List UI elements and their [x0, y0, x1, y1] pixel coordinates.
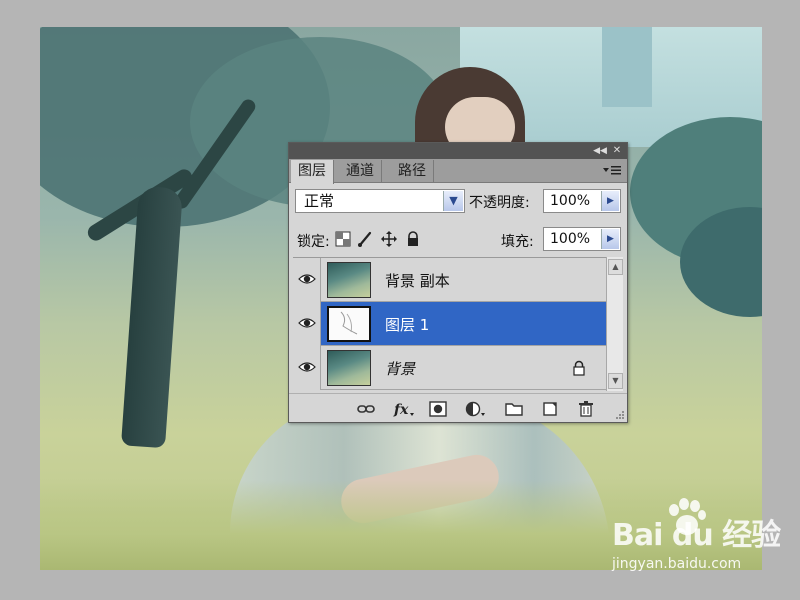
svg-text:fx: fx — [393, 402, 409, 417]
panel-title-bar[interactable]: ◀◀ ✕ — [289, 143, 627, 159]
fill-value: 100% — [550, 231, 591, 247]
lock-image-pixels-brush-icon[interactable] — [357, 231, 373, 247]
opacity-input[interactable]: 100% ▶ — [543, 189, 621, 213]
panel-tab-bar: 图层 通道 路径 — [289, 159, 627, 184]
adjustment-layer-icon[interactable] — [465, 401, 487, 417]
lock-position-move-icon[interactable] — [381, 231, 397, 247]
layer-name[interactable]: 背景 副本 — [385, 270, 450, 291]
layer-thumbnail-sketch[interactable] — [327, 306, 371, 342]
canvas-tree-trunk — [120, 185, 184, 449]
tab-paths[interactable]: 路径 — [391, 160, 434, 183]
opacity-value: 100% — [550, 193, 591, 209]
blend-opacity-row: 正常 ▼ 不透明度: 100% ▶ — [295, 189, 621, 215]
tab-channels[interactable]: 通道 — [339, 160, 382, 183]
layer-lock-icon — [573, 360, 585, 376]
eye-icon[interactable] — [298, 316, 316, 330]
blend-mode-value: 正常 — [304, 192, 335, 210]
layer-thumbnail[interactable] — [327, 262, 371, 298]
layer-list: 背景 副本 图层 1 背景 — [293, 257, 606, 391]
layer-thumbnail[interactable] — [327, 350, 371, 386]
chevron-down-icon[interactable]: ▼ — [443, 191, 463, 211]
layer-name[interactable]: 图层 1 — [385, 314, 429, 335]
eye-icon[interactable] — [298, 272, 316, 286]
fill-slider-arrow-icon[interactable]: ▶ — [601, 229, 619, 249]
lock-label: 锁定: — [297, 234, 330, 250]
add-layer-mask-icon[interactable] — [429, 401, 447, 417]
lock-all-padlock-icon[interactable] — [405, 231, 421, 247]
new-layer-icon[interactable] — [541, 401, 559, 417]
opacity-slider-arrow-icon[interactable]: ▶ — [601, 191, 619, 211]
layer-visibility-toggle[interactable] — [293, 346, 321, 390]
lock-fill-row: 锁定: 填充: 100% ▶ — [295, 227, 621, 253]
blend-mode-select[interactable]: 正常 ▼ — [295, 189, 465, 213]
layer-list-scrollbar[interactable]: ▲ ▼ — [606, 257, 623, 391]
fill-label: 填充: — [501, 234, 534, 250]
layer-visibility-toggle[interactable] — [293, 302, 321, 346]
layer-row-background-copy[interactable]: 背景 副本 — [293, 258, 606, 302]
layer-visibility-toggle[interactable] — [293, 258, 321, 302]
canvas-background-building — [602, 27, 652, 107]
layer-row-layer-1[interactable]: 图层 1 — [293, 302, 606, 346]
lock-transparent-pixels-icon[interactable] — [335, 231, 351, 247]
fx-layer-style-icon[interactable]: fx — [393, 401, 415, 417]
scroll-down-icon[interactable]: ▼ — [608, 373, 623, 389]
panel-menu-icon[interactable] — [603, 164, 621, 176]
baidu-paw-icon — [669, 498, 706, 535]
new-group-folder-icon[interactable] — [505, 401, 523, 417]
opacity-label: 不透明度: — [469, 195, 530, 211]
delete-layer-trash-icon[interactable] — [577, 401, 595, 417]
layers-panel: ◀◀ ✕ 图层 通道 路径 正常 ▼ 不透明度: 100% ▶ 锁定: 填充: … — [288, 142, 628, 423]
eye-icon[interactable] — [298, 360, 316, 374]
panel-bottom-toolbar: fx — [289, 393, 627, 422]
watermark-url: jingyan.baidu.com — [612, 556, 742, 572]
collapse-panel-icon[interactable]: ◀◀ — [593, 145, 607, 157]
link-layers-icon[interactable] — [357, 401, 375, 417]
fill-input[interactable]: 100% ▶ — [543, 227, 621, 251]
layer-row-background[interactable]: 背景 — [293, 346, 606, 390]
resize-grip-icon[interactable] — [615, 410, 625, 420]
scroll-up-icon[interactable]: ▲ — [608, 259, 623, 275]
baidu-jingyan-watermark: Bai du 经验 jingyan.baidu.com — [612, 498, 792, 582]
tab-layers[interactable]: 图层 — [291, 160, 334, 184]
layer-name[interactable]: 背景 — [385, 358, 415, 379]
close-panel-icon[interactable]: ✕ — [611, 145, 623, 157]
sketch-thumbnail-icon — [340, 311, 358, 335]
